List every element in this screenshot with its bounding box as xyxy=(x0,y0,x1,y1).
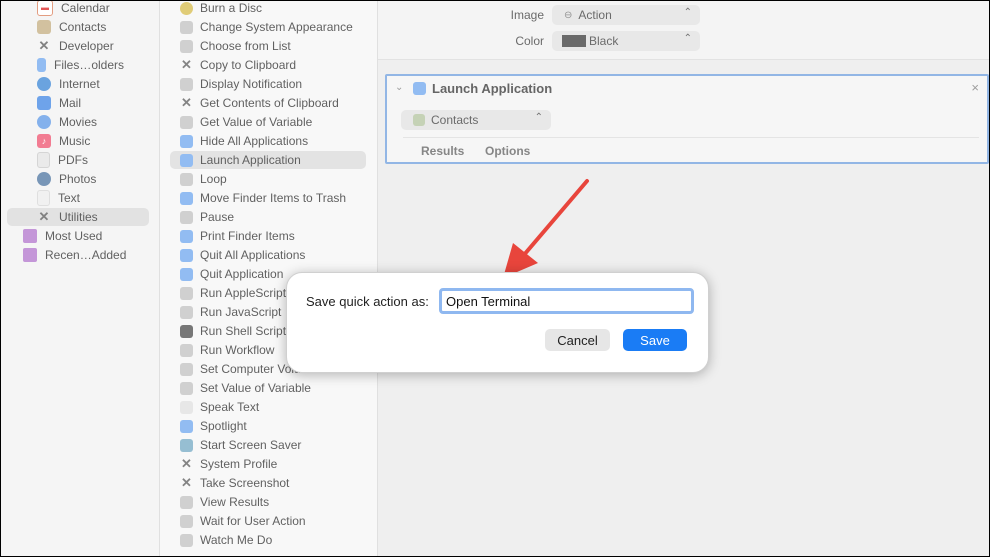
save-as-label: Save quick action as: xyxy=(306,294,429,309)
save-quick-action-dialog: Save quick action as: Cancel Save xyxy=(286,272,709,373)
cancel-button[interactable]: Cancel xyxy=(545,329,610,351)
save-button[interactable]: Save xyxy=(623,329,687,351)
quick-action-name-input[interactable] xyxy=(439,288,694,314)
automator-window: ▬ Calendar Contacts ✕ Developer Files…ol… xyxy=(0,0,990,557)
